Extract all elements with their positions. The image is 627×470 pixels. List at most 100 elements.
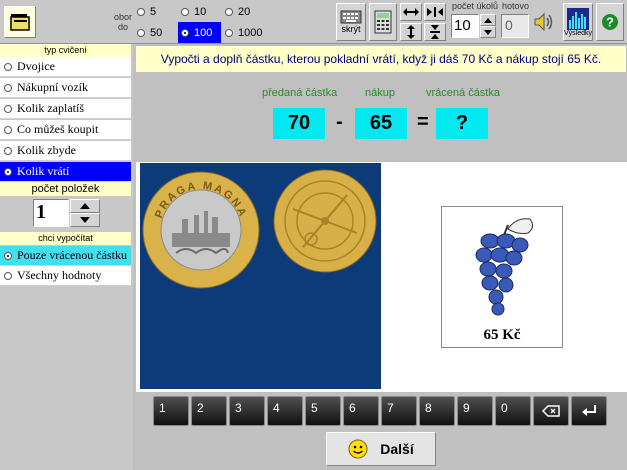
label-returned-amount: vrácená částka — [426, 87, 500, 99]
radio-icon — [4, 146, 12, 155]
key-2[interactable]: 2 — [191, 396, 227, 426]
enter-icon — [582, 405, 596, 416]
done-value: 0 — [501, 14, 529, 38]
radio-icon — [4, 167, 12, 176]
grapes-icon — [475, 218, 534, 316]
key-6[interactable]: 6 — [343, 396, 379, 426]
keyboard-icon — [340, 10, 362, 24]
type-option-kolik-zaplatis[interactable]: Kolik zaplatíš — [0, 99, 131, 119]
radio-icon — [4, 125, 12, 134]
layout-short-button[interactable] — [424, 23, 446, 41]
smiley-icon — [348, 439, 368, 459]
key-8[interactable]: 8 — [419, 396, 455, 426]
count-label: počet úkolů — [452, 1, 499, 11]
triangle-up-icon — [80, 203, 90, 209]
layout-narrow-button[interactable] — [424, 3, 446, 21]
coin-20-kc-icon[interactable] — [273, 169, 377, 273]
help-button[interactable]: ? — [596, 3, 624, 41]
left-panel: typ cvičení Dvojice Nákupní vozík Kolik … — [0, 44, 133, 470]
backspace-icon — [542, 405, 560, 417]
key-9[interactable]: 9 — [457, 396, 493, 426]
key-5[interactable]: 5 — [305, 396, 341, 426]
radio-icon — [4, 62, 12, 71]
done-label: hotovo — [502, 1, 530, 11]
key-1[interactable]: 1 — [153, 396, 189, 426]
type-option-co-muzes-koupit[interactable]: Co můžeš koupit — [0, 120, 131, 140]
arrows-horizontal-icon — [403, 8, 419, 16]
equation-panel: předaná částka nákup vrácená částka 70 -… — [136, 73, 626, 159]
range-option-20[interactable]: 20 — [222, 1, 265, 22]
enter-key[interactable] — [571, 396, 607, 426]
arrows-inward-icon — [427, 7, 443, 17]
layout-tall-button[interactable] — [400, 23, 422, 41]
chart-icon — [567, 7, 589, 30]
radio-icon — [4, 271, 12, 280]
count-input[interactable]: 10 — [451, 14, 479, 38]
returned-amount-input[interactable]: ? — [436, 108, 488, 139]
next-button[interactable]: Další — [326, 432, 436, 466]
type-option-kolik-vrati[interactable]: Kolik vrátí — [0, 162, 131, 182]
type-option-dvojice[interactable]: Dvojice — [0, 57, 131, 77]
triangle-down-icon — [484, 29, 492, 35]
backspace-key[interactable] — [533, 396, 569, 426]
results-button[interactable]: Výsledky — [563, 3, 593, 41]
coin-50-kc-icon[interactable]: PRAGA MAGNA — [142, 171, 260, 289]
coin-area: PRAGA MAGNA — [140, 163, 381, 389]
range-label: obor do — [113, 12, 132, 32]
radio-icon — [4, 104, 12, 113]
sound-button[interactable] — [531, 6, 557, 38]
layout-wide-button[interactable] — [400, 3, 422, 21]
results-label: Výsledky — [564, 29, 593, 37]
svg-text:?: ? — [606, 15, 614, 30]
toolbar: obor do 5 10 20 50 100 1000 skrýt počet … — [0, 0, 627, 44]
type-header: typ cvičení — [0, 44, 131, 57]
range-option-1000[interactable]: 1000 — [222, 22, 265, 43]
radio-icon — [137, 28, 145, 37]
items-up-button[interactable] — [70, 199, 100, 213]
label-given-amount: předaná částka — [262, 87, 338, 99]
keypad: 1 2 3 4 5 6 7 8 9 0 — [136, 392, 627, 432]
radio-icon — [181, 7, 189, 16]
range-option-50[interactable]: 50 — [134, 22, 177, 43]
items-down-button[interactable] — [70, 213, 100, 227]
items-header: počet položek — [0, 182, 131, 196]
next-label: Další — [380, 441, 414, 457]
equals-sign: = — [417, 111, 429, 133]
radio-icon — [225, 7, 233, 16]
purchase-amount-box: 65 — [355, 108, 407, 139]
type-option-nakupni-vozik[interactable]: Nákupní vozík — [0, 78, 131, 98]
hide-label: skrýt — [341, 24, 361, 34]
items-input[interactable]: 1 — [33, 199, 69, 227]
key-7[interactable]: 7 — [381, 396, 417, 426]
given-amount-box: 70 — [273, 108, 325, 139]
task-instruction: Vypočti a doplň částku, kterou pokladní … — [136, 46, 626, 72]
product-card: 65 Kč — [441, 206, 563, 348]
radio-icon — [4, 251, 12, 260]
calc-option-all-values[interactable]: Všechny hodnoty — [0, 266, 131, 286]
range-option-100[interactable]: 100 — [178, 22, 221, 43]
radio-icon — [181, 28, 189, 37]
count-down-button[interactable] — [480, 26, 496, 38]
arrows-vertical-inward-icon — [430, 25, 440, 39]
radio-icon — [4, 83, 12, 92]
key-4[interactable]: 4 — [267, 396, 303, 426]
count-up-button[interactable] — [480, 14, 496, 26]
range-option-5[interactable]: 5 — [134, 1, 177, 22]
folder-icon — [10, 14, 30, 31]
hide-button[interactable]: skrýt — [336, 3, 366, 41]
label-purchase: nákup — [365, 87, 395, 99]
key-0[interactable]: 0 — [495, 396, 531, 426]
open-folder-button[interactable] — [4, 6, 36, 38]
calculator-icon — [374, 10, 392, 34]
key-3[interactable]: 3 — [229, 396, 265, 426]
product-price: 65 Kč — [483, 327, 521, 343]
type-option-kolik-zbyde[interactable]: Kolik zbyde — [0, 141, 131, 161]
triangle-up-icon — [484, 17, 492, 23]
radio-icon — [137, 7, 145, 16]
minus-sign: - — [336, 111, 343, 133]
calc-option-returned-only[interactable]: Pouze vrácenou částku — [0, 246, 131, 266]
range-option-10[interactable]: 10 — [178, 1, 221, 22]
calculator-button[interactable] — [369, 3, 397, 41]
triangle-down-icon — [80, 217, 90, 223]
calc-header: chci vypočítat — [0, 232, 131, 245]
